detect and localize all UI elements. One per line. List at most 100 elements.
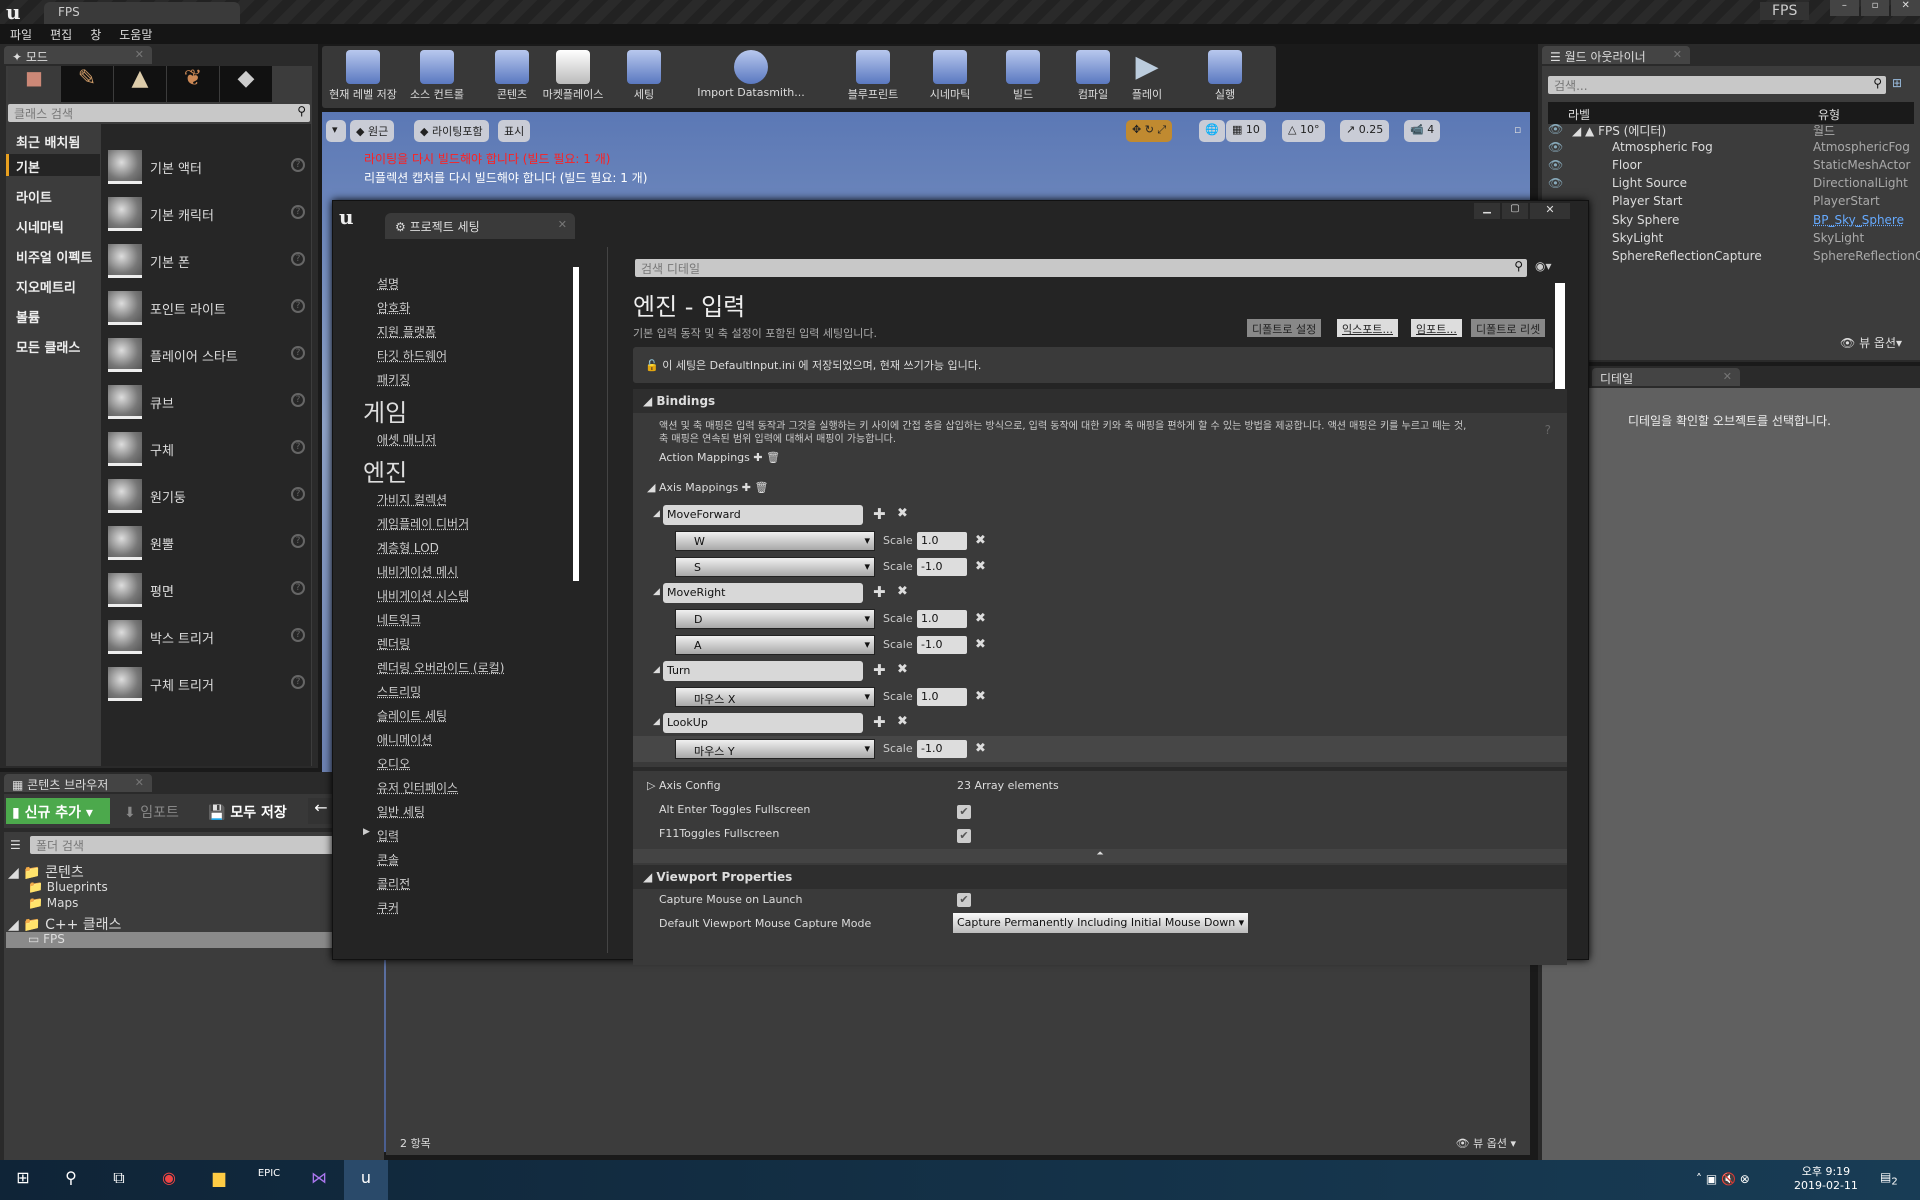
show-button[interactable]: 표시 xyxy=(498,120,531,142)
key-selector[interactable]: A xyxy=(675,635,875,655)
key-selector[interactable]: D xyxy=(675,609,875,629)
close-icon[interactable]: ✕ xyxy=(135,776,144,789)
help-icon[interactable]: ? xyxy=(291,487,305,501)
category-lights[interactable]: 라이트 xyxy=(16,187,52,206)
help-icon[interactable]: ? xyxy=(291,205,305,219)
landscape-mode-icon[interactable]: ▲ xyxy=(114,66,166,102)
scale-snap-button[interactable]: ↗ 0.25 xyxy=(1340,120,1390,142)
place-item[interactable]: 박스 트리거? xyxy=(108,620,313,660)
key-selector[interactable]: 마우스 Y xyxy=(675,739,875,759)
axis-config-row[interactable]: ▷ Axis Config xyxy=(647,779,721,792)
outliner-search-input[interactable]: 검색... ⚲ xyxy=(1548,76,1886,94)
help-icon[interactable]: ? xyxy=(291,252,305,266)
outliner-row[interactable]: 👁 Atmospheric Fog AtmosphericFog xyxy=(1548,140,1920,158)
help-icon[interactable]: ? xyxy=(291,675,305,689)
place-item[interactable]: 포인트 라이트? xyxy=(108,291,313,331)
search-details-input[interactable]: 검색 디테일 ⚲ xyxy=(635,259,1527,277)
blueprint-link[interactable]: BP_Sky_Sphere xyxy=(1813,213,1904,227)
help-icon[interactable]: ? xyxy=(1545,423,1551,437)
nav-link[interactable]: 가비지 컬렉션 xyxy=(377,491,447,508)
paint-mode-icon[interactable]: ✎ xyxy=(61,66,113,102)
back-button[interactable]: ← xyxy=(308,798,334,824)
place-item[interactable]: 플레이어 스타트? xyxy=(108,338,313,378)
nav-link[interactable]: 유저 인터페이스 xyxy=(377,779,458,796)
content-browser-tab[interactable]: ▦ 콘텐츠 브라우저 ✕ xyxy=(4,774,152,792)
view-options-button[interactable]: 👁 뷰 옵션 ▾ xyxy=(1456,1135,1516,1151)
place-item[interactable]: 구체? xyxy=(108,432,313,472)
place-item[interactable]: 원뿔? xyxy=(108,526,313,566)
remove-key-icon[interactable]: ✖ xyxy=(975,559,986,574)
expand-arrow-icon[interactable]: ◢ xyxy=(653,665,660,675)
menu-file[interactable]: 파일 xyxy=(10,26,32,42)
geometry-mode-icon[interactable]: ◆ xyxy=(220,66,272,102)
add-icon[interactable]: ✚ xyxy=(742,481,751,494)
world-local-button[interactable]: 🌐 xyxy=(1199,120,1225,142)
viewport-properties-header[interactable]: ◢ Viewport Properties xyxy=(633,865,1567,889)
scale-input[interactable]: 1.0 xyxy=(917,610,967,628)
reset-to-default-button[interactable]: 디폴트로 리셋 xyxy=(1471,319,1546,337)
axis-name-input[interactable]: LookUp xyxy=(663,713,863,733)
nav-link[interactable]: 내비게이션 시스템 xyxy=(377,587,469,604)
scale-input[interactable]: -1.0 xyxy=(917,740,967,758)
menu-help[interactable]: 도움말 xyxy=(119,26,152,42)
help-icon[interactable]: ? xyxy=(291,581,305,595)
import-button[interactable]: 임포트... xyxy=(1411,319,1462,337)
remove-icon[interactable]: ✖ xyxy=(897,584,908,599)
help-icon[interactable]: ? xyxy=(291,346,305,360)
details-tab[interactable]: 디테일 ✕ xyxy=(1592,368,1740,386)
chrome-icon[interactable]: ◉ xyxy=(156,1168,182,1194)
transform-tools[interactable]: ✥ ↻ ⤢ xyxy=(1126,120,1173,142)
epic-games-icon[interactable]: EPIC xyxy=(256,1168,282,1194)
category-cinematic[interactable]: 시네마틱 xyxy=(16,217,64,236)
help-icon[interactable]: ? xyxy=(291,534,305,548)
nav-link[interactable]: 타깃 하드웨어 xyxy=(377,347,447,364)
type-column-header[interactable]: 유형 xyxy=(1818,106,1840,123)
place-item[interactable]: 기본 캐릭터? xyxy=(108,197,313,237)
axis-name-input[interactable]: Turn xyxy=(663,661,863,681)
help-icon[interactable]: ? xyxy=(291,299,305,313)
task-view-icon[interactable]: ⧉ xyxy=(106,1168,132,1194)
help-icon[interactable]: ? xyxy=(291,393,305,407)
outliner-row[interactable]: 👁 ◢ ▲ FPS (에디터) 월드 xyxy=(1548,122,1920,140)
place-item[interactable]: 구체 트리거? xyxy=(108,667,313,707)
maximize-button[interactable]: ▢ xyxy=(1502,203,1528,219)
close-button[interactable]: ✕ xyxy=(1530,203,1570,219)
nav-link[interactable]: 오디오 xyxy=(377,755,410,772)
menu-edit[interactable]: 편집 xyxy=(50,26,72,42)
scale-input[interactable]: -1.0 xyxy=(917,558,967,576)
place-item[interactable]: 기본 액터? xyxy=(108,150,313,190)
marketplace-button[interactable]: 마켓플레이스 xyxy=(536,46,610,108)
folder-blueprints[interactable]: 📁 Blueprints xyxy=(28,880,108,894)
project-settings-tab[interactable]: ⚙ 프로젝트 세팅 ✕ xyxy=(385,213,575,239)
collapse-advanced-button[interactable]: ⏶ xyxy=(633,849,1567,863)
launch-button[interactable]: 실행 xyxy=(1200,46,1250,108)
nav-link[interactable]: 일반 세팅 xyxy=(377,803,425,820)
scale-input[interactable]: 1.0 xyxy=(917,688,967,706)
level-tab[interactable]: FPS xyxy=(44,2,240,24)
remove-key-icon[interactable]: ✖ xyxy=(975,741,986,756)
perspective-button[interactable]: ◆ 원근 xyxy=(350,120,395,142)
visual-studio-icon[interactable]: ⋈ xyxy=(306,1168,332,1194)
category-basic[interactable]: 기본 xyxy=(16,157,40,176)
trash-icon[interactable]: 🗑 xyxy=(766,451,780,464)
folder-content[interactable]: ◢ 📁 콘텐츠 xyxy=(8,862,84,882)
viewport-options-button[interactable]: ▾ xyxy=(326,120,346,142)
visibility-filter-icon[interactable]: ◉▾ xyxy=(1535,259,1552,273)
source-control-button[interactable]: 소스 컨트롤 xyxy=(402,46,472,108)
set-as-default-button[interactable]: 디폴트로 설정 xyxy=(1247,319,1322,337)
visibility-eye-icon[interactable]: 👁 xyxy=(1548,176,1563,190)
import-datasmith-button[interactable]: Import Datasmith... xyxy=(696,46,806,108)
add-icon[interactable]: ✚ xyxy=(873,713,886,731)
axis-name-input[interactable]: MoveRight xyxy=(663,583,863,603)
nav-link[interactable]: 슬레이트 세팅 xyxy=(377,707,447,724)
import-button[interactable]: ⬇ 임포트 xyxy=(124,802,179,822)
add-folder-icon[interactable]: ⊞ xyxy=(1892,76,1902,90)
outliner-row[interactable]: SphereReflectionCapture SphereReflectionC xyxy=(1548,249,1920,267)
place-item[interactable]: 원기둥? xyxy=(108,479,313,519)
category-visual-effects[interactable]: 비주얼 이펙트 xyxy=(16,247,92,266)
key-selector[interactable]: W xyxy=(675,531,875,551)
add-icon[interactable]: ✚ xyxy=(873,583,886,601)
clock[interactable]: 오후 9:19 2019-02-11 xyxy=(1794,1163,1858,1192)
outliner-row[interactable]: Sky Sphere BP_Sky_Sphere xyxy=(1548,213,1920,231)
cinematics-button[interactable]: 시네마틱 xyxy=(920,46,980,108)
